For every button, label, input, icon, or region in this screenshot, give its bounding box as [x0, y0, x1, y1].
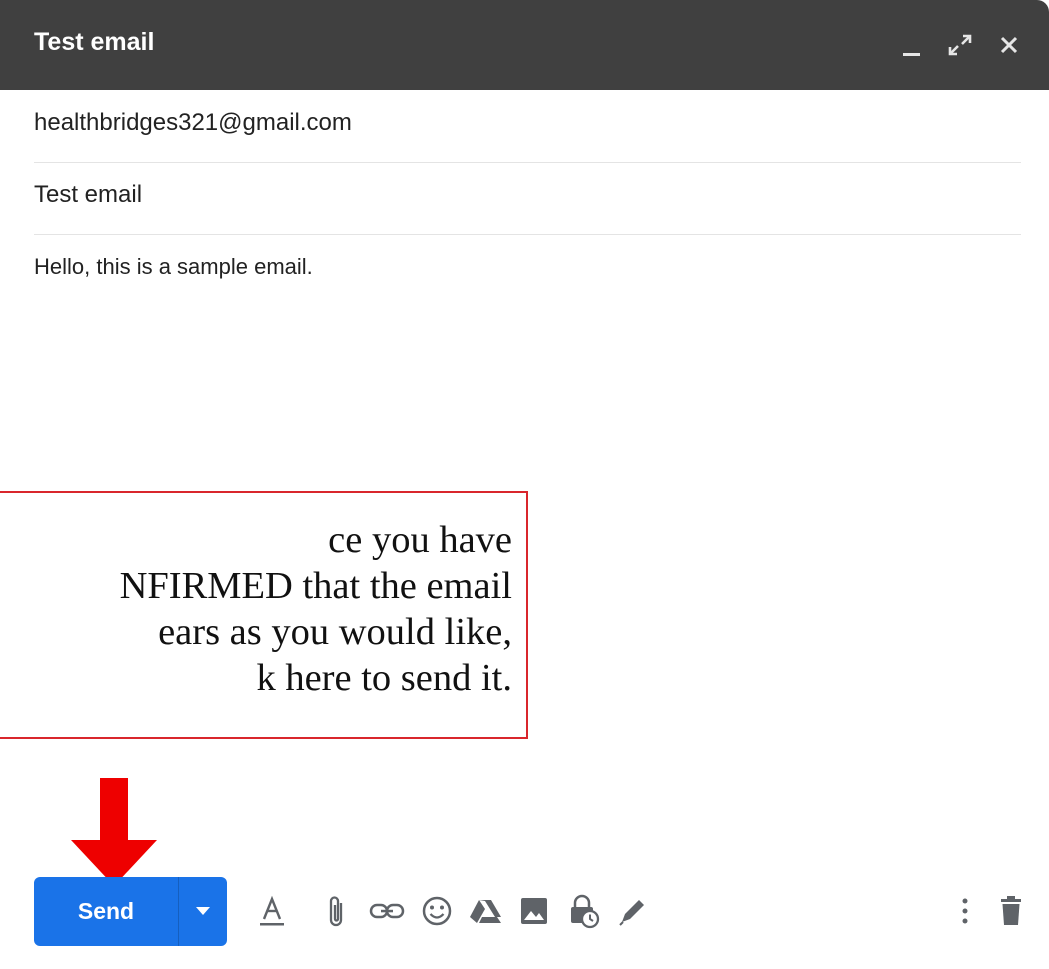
more-options-icon[interactable]: [945, 889, 985, 933]
google-drive-icon[interactable]: [465, 889, 505, 933]
expand-icon[interactable]: [941, 22, 979, 68]
down-arrow-icon: [71, 778, 157, 886]
compose-window: Test email healthbridges321@gmail.com Te…: [0, 0, 1049, 969]
to-field[interactable]: healthbridges321@gmail.com: [34, 90, 1021, 163]
send-button[interactable]: Send: [34, 877, 178, 946]
attach-file-icon[interactable]: [317, 889, 357, 933]
send-button-group: Send: [34, 877, 227, 946]
subject-field[interactable]: Test email: [34, 162, 1021, 235]
close-icon[interactable]: [990, 22, 1028, 68]
send-options-chevron-icon[interactable]: [179, 877, 227, 946]
insert-emoji-icon[interactable]: [417, 889, 457, 933]
instruction-callout: ce you have NFIRMED that the email ears …: [0, 491, 528, 739]
signature-icon[interactable]: [612, 889, 652, 933]
minimize-icon[interactable]: [893, 22, 931, 68]
message-body[interactable]: Hello, this is a sample email.: [34, 254, 313, 280]
insert-link-icon[interactable]: [367, 889, 407, 933]
confidential-mode-icon[interactable]: [563, 889, 603, 933]
insert-photo-icon[interactable]: [514, 889, 554, 933]
callout-line: k here to send it.: [256, 657, 512, 699]
formatting-options-icon[interactable]: [252, 889, 292, 933]
discard-draft-icon[interactable]: [991, 889, 1031, 933]
recipient-address[interactable]: healthbridges321@gmail.com: [34, 109, 352, 137]
subject-text[interactable]: Test email: [34, 181, 142, 209]
callout-line: ce you have: [328, 519, 512, 561]
callout-line: NFIRMED that the email: [119, 565, 512, 607]
callout-line: ears as you would like,: [158, 611, 512, 653]
compose-title: Test email: [34, 28, 155, 56]
compose-title-bar[interactable]: Test email: [0, 0, 1049, 90]
